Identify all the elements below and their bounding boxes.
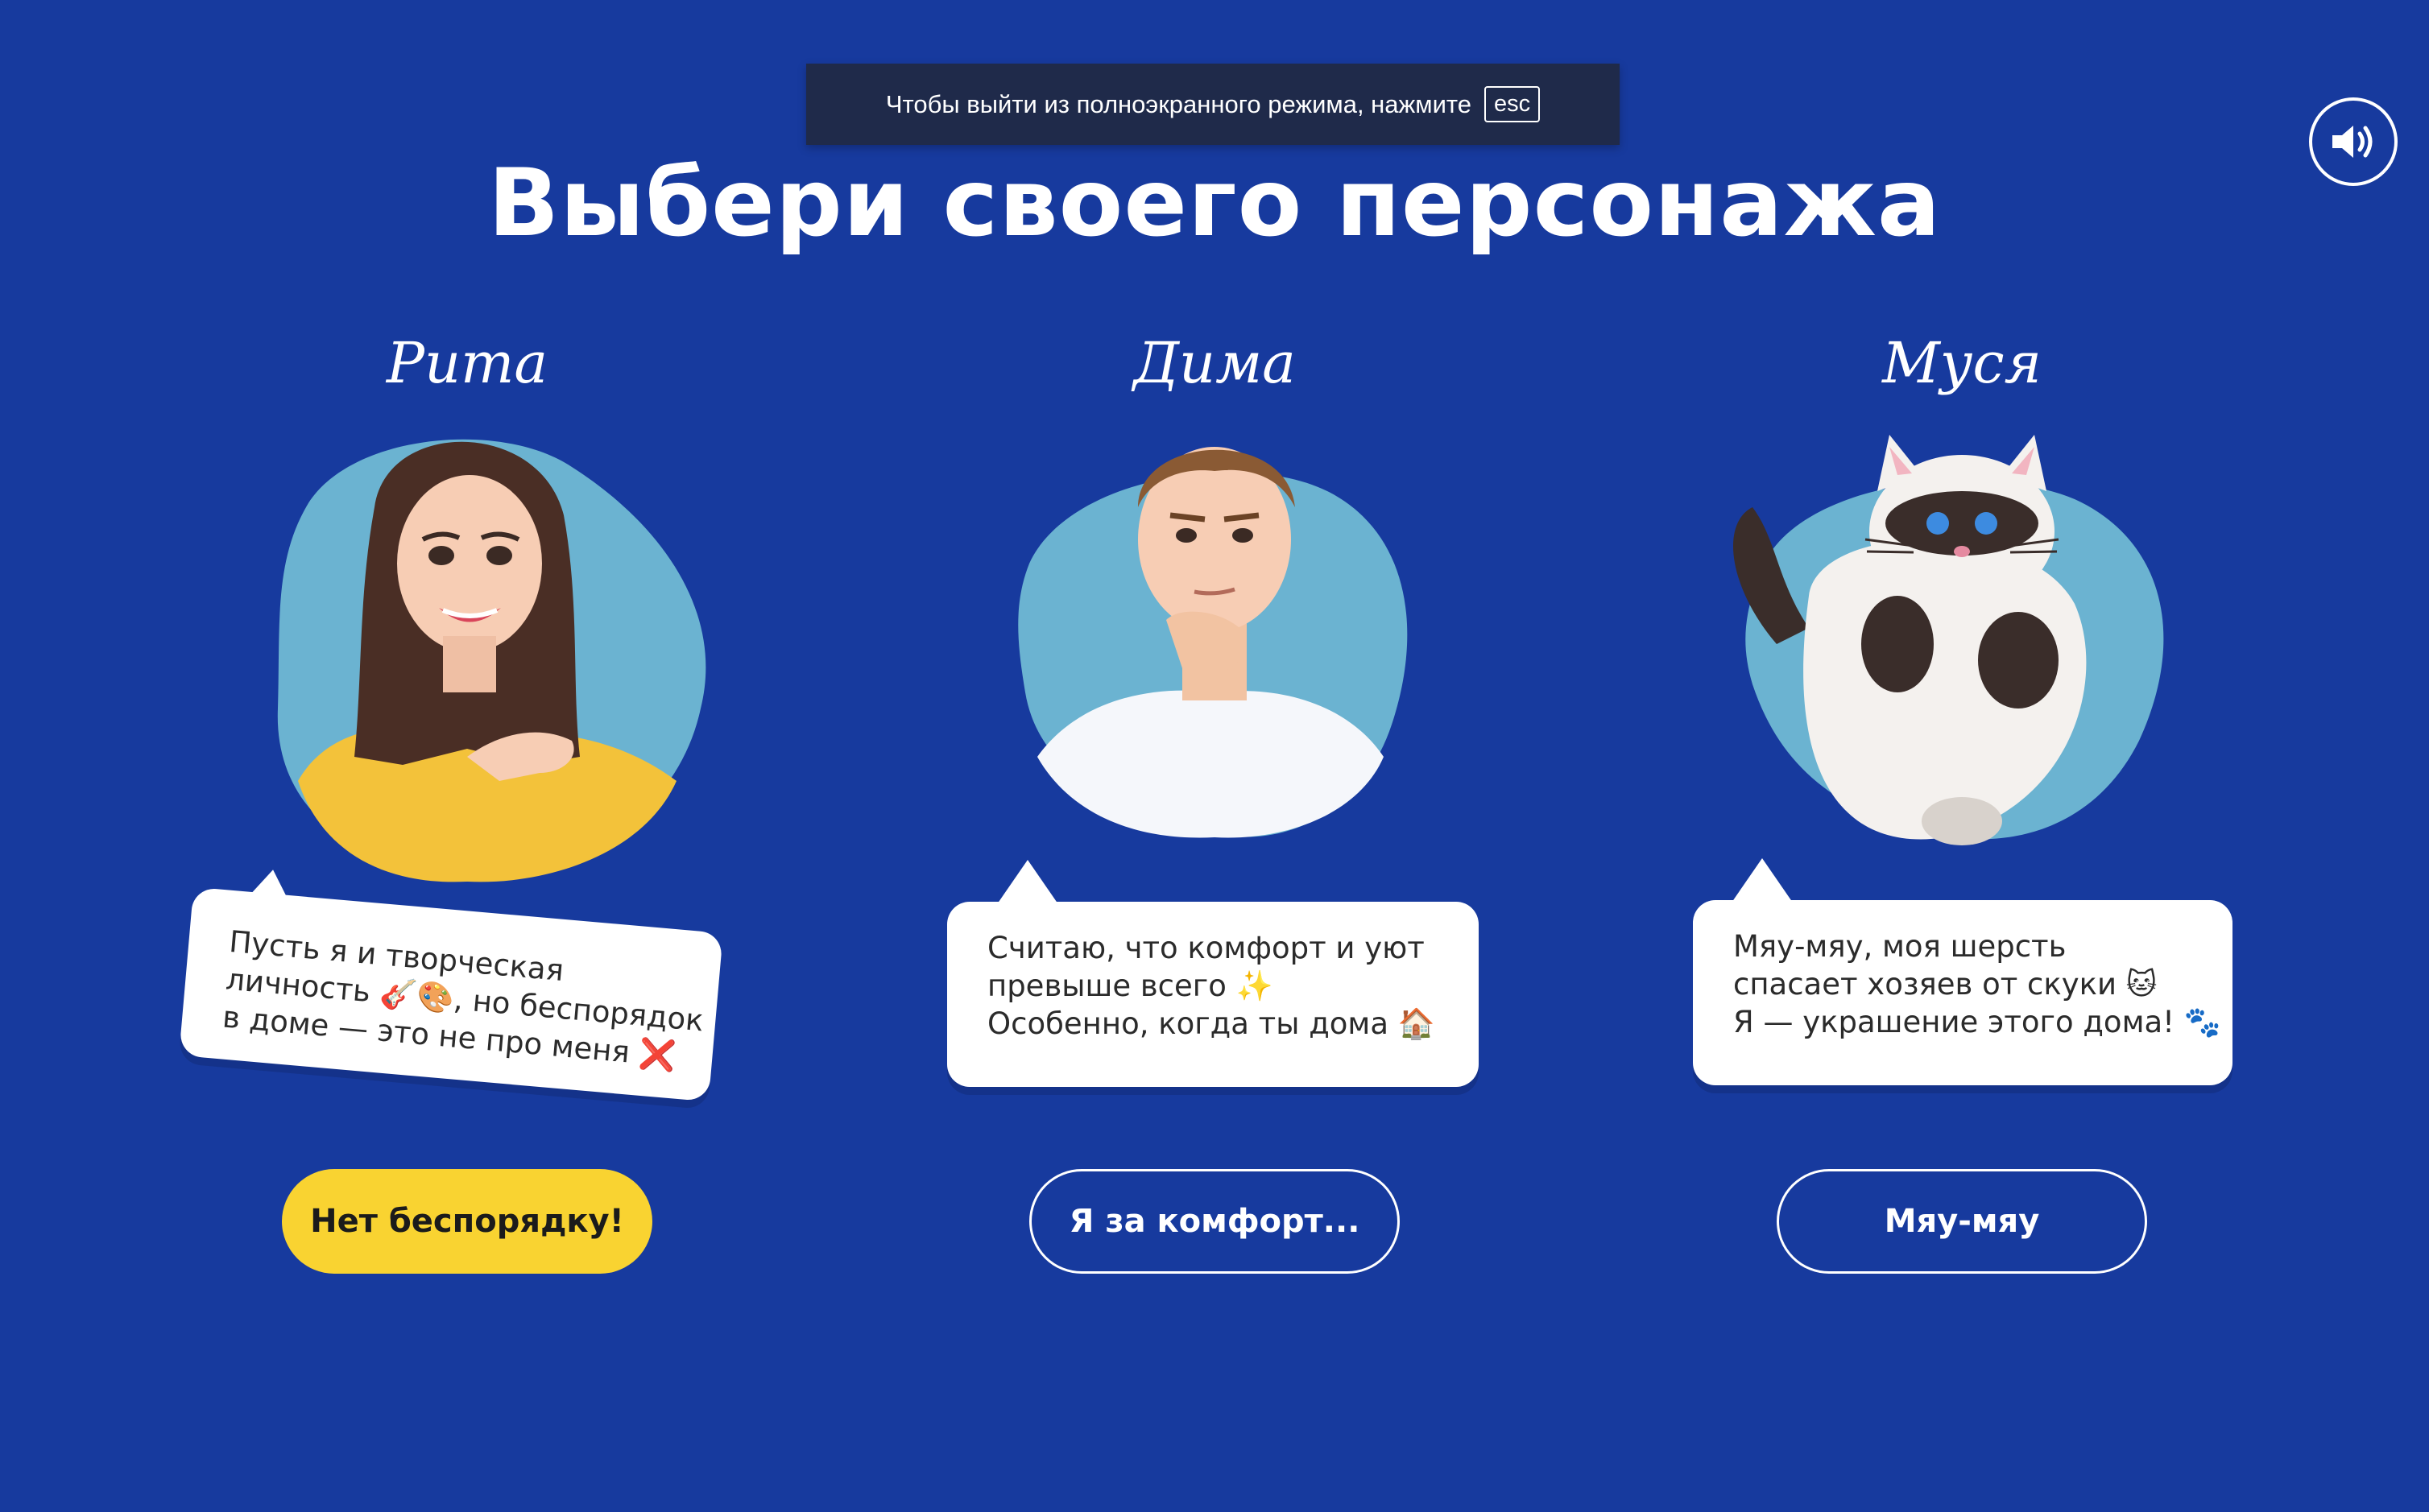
cta-row: Нет беспорядку! xyxy=(161,1169,773,1274)
cta-row: Мяу-мяу xyxy=(1656,1169,2268,1274)
bubble-line: Мяу-мяу, моя шерсть xyxy=(1733,929,2067,964)
dima-speech-bubble: Считаю, что комфорт и уют превыше всего … xyxy=(908,837,1521,1143)
bubble-tail xyxy=(1730,858,1794,905)
dima-avatar xyxy=(1018,447,1408,838)
character-name: Рита xyxy=(386,330,548,396)
character-card-dima: Дима Считаю, что комфорт и уют превыше в… xyxy=(908,0,1521,1512)
bubble-tail xyxy=(995,860,1060,907)
character-name: Муся xyxy=(1882,330,2042,396)
choose-musya-button[interactable]: Мяу-мяу xyxy=(1777,1169,2147,1274)
rita-avatar xyxy=(277,439,706,882)
speech-bubble-text: Считаю, что комфорт и уют превыше всего … xyxy=(947,902,1479,1087)
cta-row: Я за комфорт... xyxy=(908,1169,1521,1274)
musya-avatar xyxy=(1733,435,2164,845)
bubble-line: спасает хозяев от скуки 🐱 xyxy=(1733,967,2158,1002)
character-card-rita: Рита Пусть я и творческая личность 🎸🎨, н… xyxy=(161,0,773,1512)
choose-rita-button[interactable]: Нет беспорядку! xyxy=(282,1169,652,1274)
musya-speech-bubble: Мяу-мяу, моя шерсть спасает хозяев от ск… xyxy=(1656,837,2268,1143)
character-card-musya: Муся Мяу-мяу, моя шерсть спасает хозяев … xyxy=(1656,0,2268,1512)
bubble-line: Я — украшение этого дома! 🐾 xyxy=(1733,1005,2221,1039)
bubble-line: превыше всего ✨ xyxy=(987,969,1273,1003)
choose-dima-button[interactable]: Я за комфорт... xyxy=(1029,1169,1400,1274)
speech-bubble-text: Пусть я и творческая личность 🎸🎨, но бес… xyxy=(179,886,723,1102)
bubble-line: Считаю, что комфорт и уют xyxy=(987,931,1425,965)
rita-speech-bubble: Пусть я и творческая личность 🎸🎨, но бес… xyxy=(161,837,773,1143)
character-select-screen: Чтобы выйти из полноэкранного режима, на… xyxy=(0,0,2429,1512)
character-name: Дима xyxy=(1133,330,1296,396)
bubble-line: Особенно, когда ты дома 🏠 xyxy=(987,1006,1435,1041)
speech-bubble-text: Мяу-мяу, моя шерсть спасает хозяев от ск… xyxy=(1693,900,2232,1085)
